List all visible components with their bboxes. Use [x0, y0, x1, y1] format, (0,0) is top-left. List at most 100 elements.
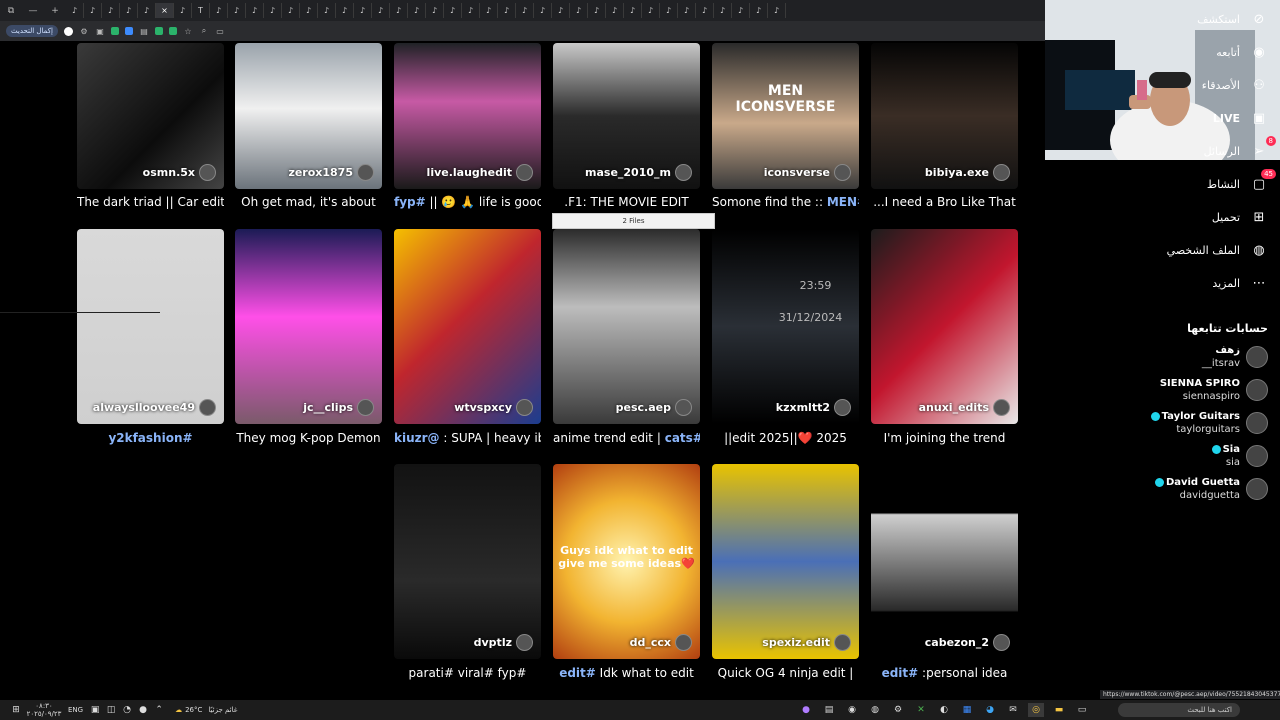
following-account[interactable]: Taylor Guitars taylorguitars — [1150, 410, 1268, 436]
tab-tiktok[interactable]: ♪ — [210, 3, 228, 18]
tab-tiktok[interactable]: ♪ — [606, 3, 624, 18]
zoom-icon[interactable]: ⌕ — [199, 26, 209, 36]
video-caption[interactable]: fyp# || 🥲 🙏 life is good — [394, 195, 541, 209]
tab-tiktok[interactable]: ♪ — [480, 3, 498, 18]
edge-icon[interactable]: ◕ — [982, 703, 998, 717]
tab-tiktok[interactable]: ♪ — [516, 3, 534, 18]
tab-tiktok[interactable]: ♪ — [768, 3, 786, 18]
chrome-icon[interactable]: ◎ — [1028, 703, 1044, 717]
video-caption[interactable]: parati# viral# fyp# — [394, 666, 541, 680]
tab-tiktok[interactable]: ♪ — [678, 3, 696, 18]
volume-icon[interactable]: ◔ — [119, 703, 135, 717]
settings-icon[interactable]: ⚙ — [890, 703, 906, 717]
tab-tiktok[interactable]: ♪ — [714, 3, 732, 18]
tab-tiktok[interactable]: ♪ — [732, 3, 750, 18]
tab-active[interactable]: × — [156, 3, 174, 18]
video-username[interactable]: spexiz.edit — [762, 634, 851, 651]
video-thumbnail[interactable]: cabezon_2 — [871, 464, 1018, 659]
sidebar-item-profile[interactable]: الملف الشخصي ◍ — [1167, 241, 1268, 259]
tab-tiktok[interactable]: ♪ — [318, 3, 336, 18]
cast-icon[interactable]: ▭ — [215, 26, 225, 36]
video-caption[interactable]: Oh get mad, it's about — [235, 195, 382, 209]
following-account[interactable]: زهف __itsrav — [1202, 344, 1268, 370]
video-caption[interactable]: .F1: THE MOVIE EDIT — [553, 195, 700, 209]
following-account[interactable]: SIENNA SPIRO siennaspiro — [1160, 377, 1268, 403]
tab-tiktok[interactable]: ♪ — [174, 3, 192, 18]
caption-hashtag[interactable]: cats# — [665, 431, 700, 445]
sidebar-item-compass[interactable]: استكشف ⊘ — [1197, 10, 1268, 28]
video-username[interactable]: mase_2010_m — [585, 164, 692, 181]
profile-icon[interactable] — [63, 26, 73, 36]
caption-hashtag[interactable]: kiuzr@ — [394, 431, 440, 445]
video-caption[interactable]: y2kfashion# — [77, 431, 224, 445]
caption-hashtag[interactable]: edit# — [559, 666, 596, 680]
mic-icon[interactable]: ● — [135, 703, 151, 717]
tray-expand-icon[interactable]: ⌃ — [151, 703, 167, 717]
extension-icon[interactable]: ⚙ — [79, 26, 89, 36]
app-icon[interactable]: ● — [798, 703, 814, 717]
tab-tiktok[interactable]: ♪ — [120, 3, 138, 18]
tray-icon[interactable]: ▣ — [87, 703, 103, 717]
video-thumbnail[interactable]: wtvspxcy — [394, 229, 541, 424]
tab-tiktok[interactable]: ♪ — [66, 3, 84, 18]
screenshot-icon[interactable]: ▤ — [139, 26, 149, 36]
video-thumbnail[interactable]: anuxi_edits — [871, 229, 1018, 424]
shield-icon[interactable] — [154, 27, 163, 35]
network-icon[interactable]: ◫ — [103, 703, 119, 717]
tab-tiktok[interactable]: ♪ — [264, 3, 282, 18]
video-thumbnail[interactable]: dvptlz — [394, 464, 541, 659]
caption-hashtag[interactable]: MEN# — [827, 195, 859, 209]
caption-hashtag[interactable]: y2kfashion# — [108, 431, 192, 445]
app-icon[interactable]: ▦ — [959, 703, 975, 717]
video-thumbnail[interactable]: MEN ICONSVERSE iconsverse — [712, 43, 859, 189]
tab-tiktok[interactable]: ♪ — [534, 3, 552, 18]
tab-tiktok[interactable]: ♪ — [444, 3, 462, 18]
video-caption[interactable]: kiuzr@ : SUPA | heavy ib — [394, 431, 541, 445]
video-caption[interactable]: ||edit 2025||❤️ 2025 — [712, 431, 859, 445]
caption-hashtag[interactable]: edit# — [882, 666, 919, 680]
tab-tiktok[interactable]: ♪ — [696, 3, 714, 18]
video-username[interactable]: anuxi_edits — [919, 399, 1010, 416]
following-account[interactable]: David Guetta davidguetta — [1154, 476, 1268, 502]
tab-tiktok[interactable]: ♪ — [408, 3, 426, 18]
taskbar-search[interactable]: اكتب هنا للبحث — [1118, 703, 1240, 717]
new-tab-button[interactable]: + — [44, 0, 66, 21]
video-username[interactable]: iconsverse — [764, 164, 851, 181]
sidebar-item-friends[interactable]: الأصدقاء ⚇ — [1202, 76, 1268, 94]
video-username[interactable]: wtvspxcy — [454, 399, 533, 416]
app-icon[interactable]: ◍ — [867, 703, 883, 717]
steam-icon[interactable]: ◐ — [936, 703, 952, 717]
clock[interactable]: ٠٨:٣٠ ٢٠٢٥/٠٩/٢٣ — [24, 702, 64, 718]
whatsapp-icon[interactable] — [110, 27, 119, 35]
taskview-icon[interactable]: ▭ — [1074, 703, 1090, 717]
tab-tiktok[interactable]: ♪ — [138, 3, 156, 18]
tab-tiktok[interactable]: ♪ — [246, 3, 264, 18]
video-username[interactable]: osmn.5x — [143, 164, 216, 181]
tab-tiktok[interactable]: ♪ — [84, 3, 102, 18]
video-thumbnail[interactable]: osmn.5x — [77, 43, 224, 189]
tab-tiktok[interactable]: ♪ — [228, 3, 246, 18]
app-icon[interactable]: ◉ — [844, 703, 860, 717]
tab-tiktok[interactable]: T — [192, 3, 210, 18]
weather-temp[interactable]: 26°C — [185, 706, 202, 714]
video-thumbnail[interactable]: mase_2010_m — [553, 43, 700, 189]
sidebar-item-live[interactable]: LIVE ▣ — [1213, 109, 1268, 127]
tab-tiktok[interactable]: ♪ — [642, 3, 660, 18]
tab-tiktok[interactable]: ♪ — [624, 3, 642, 18]
tab-tiktok[interactable]: ♪ — [750, 3, 768, 18]
video-caption[interactable]: Quick OG 4 ninja edit | — [712, 666, 859, 680]
video-thumbnail[interactable]: alwayslloovee49 — [77, 229, 224, 424]
video-thumbnail[interactable]: Guys idk what to edit give me some ideas… — [553, 464, 700, 659]
mail-icon[interactable]: ✉ — [1005, 703, 1021, 717]
tab-search-icon[interactable]: ▣ — [95, 26, 105, 36]
video-caption[interactable]: anime trend edit | cats# — [553, 431, 700, 445]
tab-tiktok[interactable]: ♪ — [282, 3, 300, 18]
video-username[interactable]: live.laughedit — [427, 164, 533, 181]
tab-tiktok[interactable]: ♪ — [372, 3, 390, 18]
video-caption[interactable]: edit# :personal idea — [871, 666, 1018, 680]
video-thumbnail[interactable]: pesc.aep — [553, 229, 700, 424]
sidebar-item-upload[interactable]: تحميل ⊞ — [1212, 208, 1268, 226]
video-username[interactable]: dvptlz — [474, 634, 533, 651]
start-icon[interactable]: ⊞ — [8, 703, 24, 717]
extension-green-icon[interactable] — [168, 27, 177, 35]
